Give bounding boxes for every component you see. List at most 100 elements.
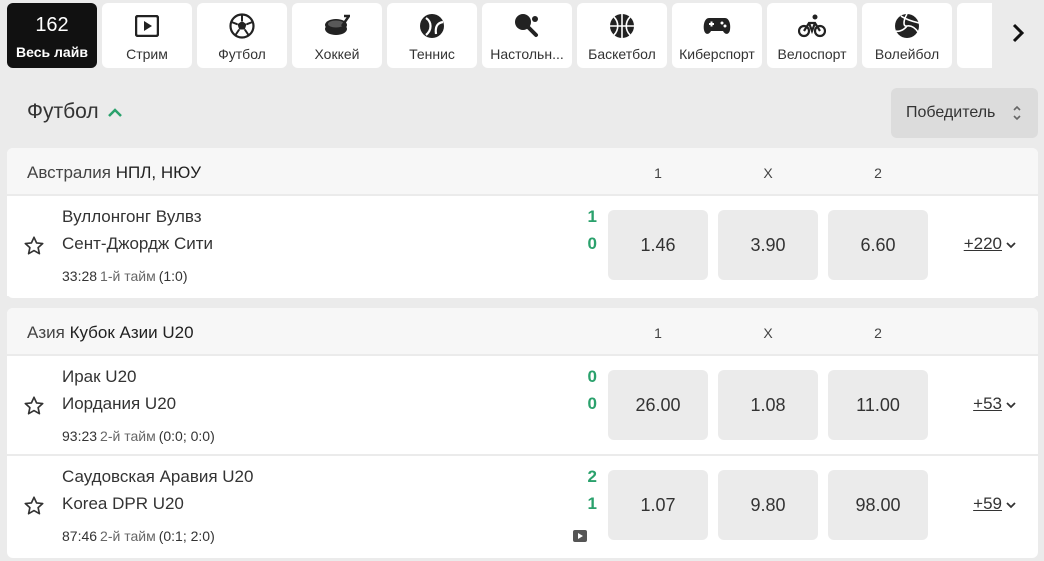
odds-button-2[interactable]: 11.00 [828, 370, 928, 440]
nav-item-label: Велоспорт [777, 46, 847, 62]
odds-button-x[interactable]: 3.90 [718, 210, 818, 280]
nav-item-esports[interactable]: Киберспорт [672, 3, 762, 68]
column-header-x: X [763, 325, 773, 341]
team-home[interactable]: Ирак U20 [62, 367, 136, 387]
match-half: 2-й тайм [100, 428, 156, 444]
match-row: Саудовская Аравия U20 Korea DPR U20 2 1 … [7, 454, 1038, 552]
team-home[interactable]: Вуллонгонг Вулвз [62, 207, 202, 227]
match-meta: 87:46 2-й тайм (0:1; 2:0) [62, 528, 215, 544]
column-header-x: X [763, 165, 773, 181]
nav-item-label: Настольн... [490, 46, 564, 62]
league-name: Австралия НПЛ, НЮУ [27, 163, 201, 183]
match-time: 33:28 [62, 268, 98, 284]
nav-item-table-tennis[interactable]: Настольн... [482, 3, 572, 68]
gamepad-icon [703, 12, 731, 40]
match-half: 2-й тайм [100, 528, 156, 544]
more-markets-link[interactable]: +53 [973, 394, 1016, 414]
league-country: Азия [27, 323, 65, 342]
nav-item-label: Киберспорт [679, 46, 755, 62]
soccer-ball-icon [228, 12, 256, 40]
nav-item-label: Стрим [126, 46, 168, 62]
match-meta: 93:23 2-й тайм (0:0; 0:0) [62, 428, 215, 444]
nav-item-label: Баскетбол [588, 46, 656, 62]
nav-item-label: Волейбол [874, 46, 940, 62]
market-select[interactable]: Победитель [891, 88, 1038, 138]
match-half: 1-й тайм [100, 268, 156, 284]
favorite-star-icon[interactable] [23, 235, 45, 257]
team-away[interactable]: Сент-Джордж Сити [62, 234, 213, 254]
sort-icon [1012, 103, 1022, 128]
score-away: 1 [587, 494, 597, 513]
more-markets-count: +220 [963, 234, 1002, 253]
match-half-result: (0:1; 2:0) [158, 528, 215, 544]
column-header-2: 2 [874, 325, 882, 341]
league-name: Азия Кубок Азии U20 [27, 323, 194, 343]
more-markets-count: +53 [973, 394, 1002, 413]
nav-item-volleyball[interactable]: Волейбол [862, 3, 952, 68]
chevron-down-icon [1006, 394, 1016, 414]
team-away[interactable]: Иордания U20 [62, 394, 176, 414]
chevron-down-icon [1006, 234, 1016, 254]
team-home[interactable]: Саудовская Аравия U20 [62, 467, 253, 487]
odds-button-2[interactable]: 98.00 [828, 470, 928, 540]
team-away[interactable]: Korea DPR U20 [62, 494, 184, 514]
match-time: 87:46 [62, 528, 98, 544]
match-row: Вуллонгонг Вулвз Сент-Джордж Сити 1 0 33… [7, 196, 1038, 296]
more-markets-link[interactable]: +220 [964, 234, 1016, 254]
score-away: 0 [587, 234, 597, 253]
odds-button-x[interactable]: 9.80 [718, 470, 818, 540]
league-title: Кубок Азии U20 [69, 323, 194, 342]
sport-nav: 162 Весь лайв Стрим Футбол Хоккей Теннис… [0, 0, 1044, 72]
league-header[interactable]: Австралия НПЛ, НЮУ 1 X 2 [7, 148, 1038, 196]
league-card: Азия Кубок Азии U20 1 X 2 Ирак U20 Иорда… [7, 308, 1038, 558]
nav-item-cycling[interactable]: Велоспорт [767, 3, 857, 68]
odds-button-1[interactable]: 1.46 [608, 210, 708, 280]
match-half-result: (1:0) [158, 268, 188, 284]
match-half-result: (0:0; 0:0) [158, 428, 215, 444]
score-away: 0 [587, 394, 597, 413]
league-country: Австралия [27, 163, 111, 182]
stream-icon [133, 12, 161, 40]
match-meta: 33:28 1-й тайм (1:0) [62, 268, 188, 284]
nav-item-tennis[interactable]: Теннис [387, 3, 477, 68]
favorite-star-icon[interactable] [23, 495, 45, 517]
odds-button-1[interactable]: 26.00 [608, 370, 708, 440]
league-header[interactable]: Азия Кубок Азии U20 1 X 2 [7, 308, 1038, 356]
live-count: 162 [35, 14, 69, 36]
hockey-puck-icon [323, 12, 351, 40]
column-header-2: 2 [874, 165, 882, 181]
league-card: Австралия НПЛ, НЮУ 1 X 2 Вуллонгонг Вулв… [7, 148, 1038, 298]
basketball-icon [608, 12, 636, 40]
nav-item-football[interactable]: Футбол [197, 3, 287, 68]
score-home: 0 [587, 367, 597, 386]
nav-next-button[interactable] [992, 3, 1044, 68]
nav-item-label: Теннис [409, 46, 455, 62]
volleyball-icon [893, 12, 921, 40]
live-stream-icon[interactable] [573, 530, 587, 542]
favorite-star-icon[interactable] [23, 395, 45, 417]
chevron-up-icon [107, 100, 123, 124]
table-tennis-icon [513, 12, 541, 40]
section-title-text: Футбол [27, 100, 99, 123]
nav-item-hockey[interactable]: Хоккей [292, 3, 382, 68]
chevron-right-icon [1011, 22, 1025, 49]
column-header-1: 1 [654, 165, 662, 181]
odds-button-2[interactable]: 6.60 [828, 210, 928, 280]
match-time: 93:23 [62, 428, 98, 444]
nav-item-all-live[interactable]: 162 Весь лайв [7, 3, 97, 68]
score-home: 1 [587, 207, 597, 226]
score-home: 2 [587, 467, 597, 486]
match-row: Ирак U20 Иордания U20 0 0 93:23 2-й тайм(… [7, 356, 1038, 454]
nav-item-basketball[interactable]: Баскетбол [577, 3, 667, 68]
league-title: НПЛ, НЮУ [115, 163, 202, 182]
column-header-1: 1 [654, 325, 662, 341]
nav-item-label: Футбол [218, 46, 266, 62]
odds-button-x[interactable]: 1.08 [718, 370, 818, 440]
odds-button-1[interactable]: 1.07 [608, 470, 708, 540]
more-markets-count: +59 [973, 494, 1002, 513]
more-markets-link[interactable]: +59 [973, 494, 1016, 514]
section-title[interactable]: Футбол [27, 100, 123, 124]
bicycle-icon [798, 12, 826, 40]
nav-item-stream[interactable]: Стрим [102, 3, 192, 68]
nav-item-label: Хоккей [314, 46, 360, 62]
